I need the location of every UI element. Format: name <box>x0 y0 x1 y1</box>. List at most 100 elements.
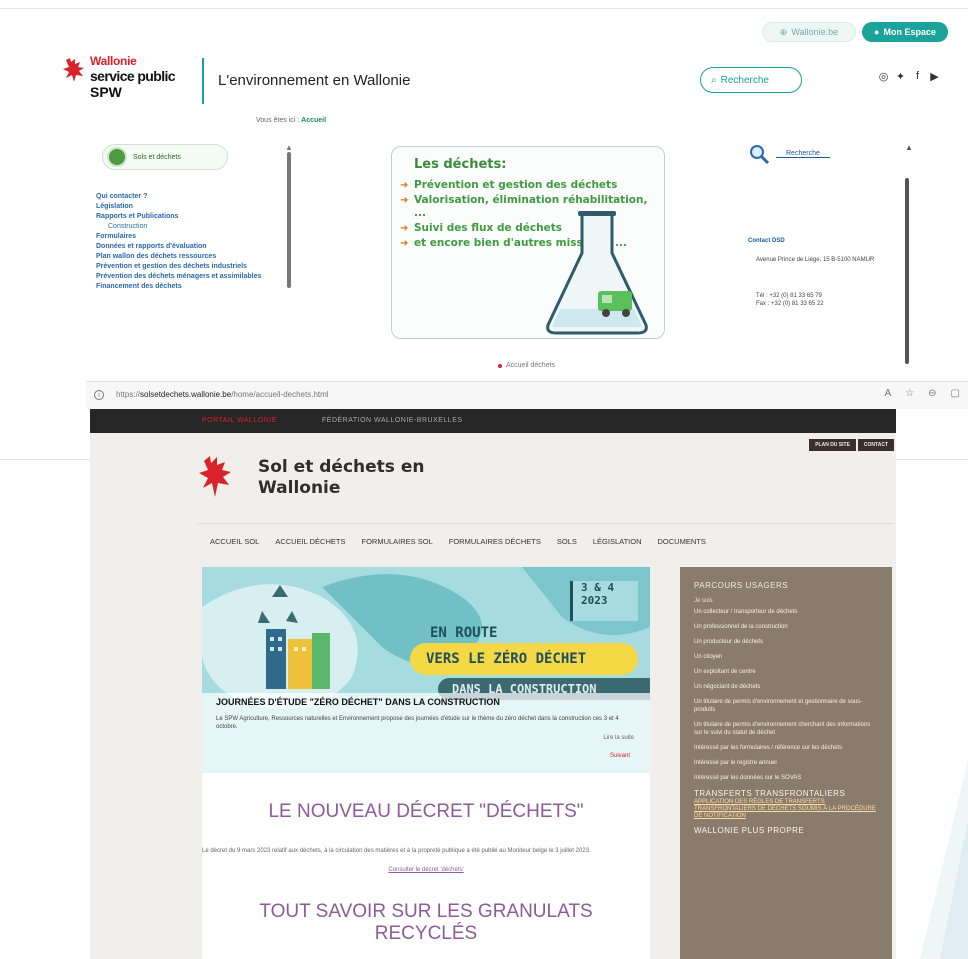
wallonie-be-link[interactable]: ⊕ Wallonie.be <box>762 22 856 42</box>
right-scroll-up-arrow[interactable]: ▲ <box>905 143 913 152</box>
granulats-title-line1: TOUT SAVOIR SUR LES GRANULATS <box>259 901 593 922</box>
header-rule <box>198 523 894 524</box>
rooster-logo-icon[interactable] <box>198 453 234 501</box>
mon-espace-button[interactable]: ● Mon Espace <box>862 22 948 42</box>
search-label: Recherche <box>720 74 769 86</box>
granulats-title[interactable]: TOUT SAVOIR SUR LES GRANULATS RECYCLÉS <box>202 901 650 945</box>
left-nav-item[interactable]: Construction <box>96 222 284 231</box>
sols-dechets-button[interactable]: Sols et déchets <box>102 144 228 170</box>
portal-bar: PORTAIL WALLONIE FÉDÉRATION WALLONIE-BRU… <box>90 409 896 433</box>
left-nav-item[interactable]: Financement des déchets <box>96 282 284 291</box>
hero-banner[interactable]: 3 & 4 2023 EN ROUTE VERS LE ZÉRO DÉCHET … <box>202 567 650 773</box>
banner-headline[interactable]: JOURNÉES D'ÉTUDE "ZÉRO DÉCHET" DANS LA C… <box>216 697 500 707</box>
dechets-card[interactable]: Les déchets: Prévention et gestion des d… <box>391 146 665 339</box>
breadcrumb-current[interactable]: Accueil <box>301 117 326 124</box>
banner-date-days: 3 & 4 <box>581 581 615 594</box>
sidebar-item[interactable]: Intéressé par le registre annuel <box>694 759 878 767</box>
left-nav-list: Qui contacter ? Législation Rapports et Pu… <box>96 192 284 292</box>
nav-accueil-sol[interactable]: ACCUEIL SOL <box>210 537 259 546</box>
right-search[interactable]: Recherche <box>748 143 830 165</box>
nav-formulaires-dechets[interactable]: FORMULAIRES DÉCHETS <box>449 537 541 546</box>
sidebar-item[interactable]: Intéressé par les formulaires / référenc… <box>694 744 878 752</box>
contact-phone: Tél : +32 (0) 81 33 65 79 Fax : +32 (0) … <box>756 292 896 308</box>
favorite-star-icon[interactable]: ☆ <box>905 388 914 399</box>
left-nav-item[interactable]: Rapports et Publications <box>96 212 284 221</box>
sidebar-heading: PARCOURS USAGERS <box>694 581 789 590</box>
accueil-dechets-bullet[interactable]: Accueil déchets <box>498 362 555 369</box>
sidebar-item[interactable]: Un collecteur / transporteur de déchets <box>694 608 878 616</box>
sidebar-subheading: Je suis <box>694 598 713 604</box>
browser-address-bar[interactable]: i https://solsetdechets.wallonie.be/home… <box>86 381 968 409</box>
news-link[interactable]: Consulter le décret 'déchets' <box>202 867 650 873</box>
site-name[interactable]: Sol et déchets en Wallonie <box>258 457 424 499</box>
wallonie-be-label: Wallonie.be <box>791 27 839 37</box>
left-scrollbar[interactable] <box>287 152 291 288</box>
plan-du-site-button[interactable]: PLAN DU SITE <box>809 439 856 451</box>
right-search-label: Recherche <box>776 150 830 158</box>
news-title[interactable]: LE NOUVEAU DÉCRET "DÉCHETS" <box>202 801 650 823</box>
left-nav-item[interactable]: Qui contacter ? <box>96 192 284 201</box>
logo-spw: SPW <box>90 84 122 100</box>
facebook-icon[interactable]: f <box>912 70 923 83</box>
nav-legislation[interactable]: LÉGISLATION <box>593 537 642 546</box>
background-decoration <box>920 760 968 959</box>
nav-sols[interactable]: SOLS <box>557 537 577 546</box>
sidebar-item[interactable]: Un titulaire de permis d'environnement c… <box>694 721 878 737</box>
extensions-icon[interactable]: ⊖ <box>928 388 936 399</box>
left-nav-item[interactable]: Législation <box>96 202 284 211</box>
left-navigation: Sols et déchets Qui contacter ? Législati… <box>90 140 290 365</box>
sidebar-item[interactable]: Un titulaire de permis d'environnement e… <box>694 698 878 714</box>
mon-espace-label: Mon Espace <box>883 27 936 37</box>
contact-button[interactable]: CONTACT <box>857 439 894 451</box>
nav-accueil-dechets[interactable]: ACCUEIL DÉCHETS <box>275 537 345 546</box>
spw-logo[interactable]: Wallonie service public SPW <box>62 52 192 112</box>
left-nav-item[interactable]: Prévention des déchets ménagers et assim… <box>96 272 284 281</box>
left-nav-item[interactable]: Données et rapports d'évaluation <box>96 242 284 251</box>
sidebar-transferts-link[interactable]: APPLICATION DES RÈGLES DE TRANSFERTS TRA… <box>694 799 878 820</box>
sidebar-item[interactable]: Un négociant de déchets <box>694 683 878 691</box>
sol-dechets-site: PLAN DU SITE CONTACT Sol et déchets en W… <box>90 433 896 959</box>
flask-illustration <box>546 211 648 335</box>
card-title: Les déchets: <box>414 157 507 172</box>
banner-next[interactable]: Suivant <box>610 753 630 759</box>
card-item[interactable]: Prévention et gestion des déchets <box>400 179 658 192</box>
url-text[interactable]: https://solsetdechets.wallonie.be/home/a… <box>116 390 329 399</box>
site-title[interactable]: L'environnement en Wallonie <box>218 72 410 89</box>
breadcrumb-prefix: Vous êtes ici : <box>256 117 300 124</box>
phone-number: Tél : +32 (0) 81 33 65 79 <box>756 293 822 299</box>
federation-link[interactable]: FÉDÉRATION WALLONIE-BRUXELLES <box>322 417 463 424</box>
url-domain: solsetdechets.wallonie.be <box>140 390 232 399</box>
banner-text: Le SPW Agriculture, Ressources naturelle… <box>216 716 619 730</box>
twitter-icon[interactable]: ✦ <box>895 70 906 83</box>
read-aloud-icon[interactable]: A <box>885 388 892 399</box>
url-path: /home/accueil-dechets.html <box>231 390 329 399</box>
banner-line1: EN ROUTE <box>430 625 498 641</box>
banner-line2: VERS LE ZÉRO DÉCHET <box>410 643 638 675</box>
search-button[interactable]: ⌕ Recherche <box>700 67 802 93</box>
instagram-icon[interactable]: ◎ <box>878 70 889 83</box>
nav-documents[interactable]: DOCUMENTS <box>658 537 706 546</box>
left-nav-item[interactable]: Formulaires <box>96 232 284 241</box>
news-section: LE NOUVEAU DÉCRET "DÉCHETS" Le décret du… <box>202 773 650 959</box>
sidebar-item[interactable]: Un citoyen <box>694 653 878 661</box>
right-scrollbar[interactable] <box>905 178 909 364</box>
youtube-icon[interactable]: ▶ <box>929 70 940 83</box>
scroll-up-arrow[interactable]: ▲ <box>285 143 293 152</box>
portail-wallonie-link[interactable]: PORTAIL WALLONIE <box>202 417 277 424</box>
sols-dechets-label: Sols et déchets <box>133 153 181 161</box>
header-divider <box>202 58 204 104</box>
site-info-icon[interactable]: i <box>94 390 104 400</box>
sidebar-item[interactable]: Un exploitant de centre <box>694 668 878 676</box>
sidebar-item[interactable]: Un professionnel de la construction <box>694 623 878 631</box>
main-navigation: ACCUEIL SOL ACCUEIL DÉCHETS FORMULAIRES … <box>210 537 706 546</box>
bin-icon <box>107 147 127 167</box>
nav-formulaires-sol[interactable]: FORMULAIRES SOL <box>361 537 432 546</box>
sidebar-item[interactable]: Un producteur de déchets <box>694 638 878 646</box>
top-buttons: PLAN DU SITE CONTACT <box>809 439 894 451</box>
left-nav-item[interactable]: Prévention et gestion des déchets indust… <box>96 262 284 271</box>
sidebar-item[interactable]: Intéressé par les données sur le SOVAS <box>694 774 878 782</box>
split-screen-icon[interactable]: ▢ <box>951 388 960 399</box>
rooster-icon <box>63 58 84 82</box>
left-nav-item[interactable]: Plan wallon des déchets ressources <box>96 252 284 261</box>
banner-read-more[interactable]: Lire la suite <box>603 735 634 741</box>
